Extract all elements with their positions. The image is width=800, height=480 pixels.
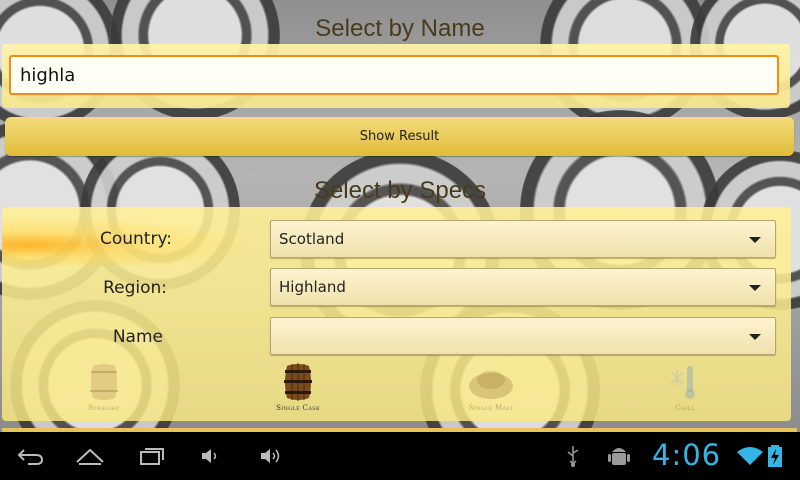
region-select[interactable]: Highland xyxy=(270,268,776,306)
barrel-icon xyxy=(90,364,118,400)
system-navigation-bar: 4:06 xyxy=(0,432,800,480)
select-by-specs-title: Select by Specs xyxy=(313,177,487,204)
chevron-down-icon xyxy=(749,334,761,340)
name-label: Name xyxy=(112,327,163,347)
country-label: Country: xyxy=(99,229,172,249)
barrel-icon xyxy=(284,363,312,401)
grain-icon xyxy=(469,371,513,399)
volume-up-icon[interactable] xyxy=(257,444,287,468)
category-single-malt[interactable]: Single Malt xyxy=(451,362,531,412)
home-icon[interactable] xyxy=(75,444,105,468)
show-result-button[interactable]: Show Result xyxy=(5,117,794,156)
select-by-name-title: Select by Name xyxy=(315,15,485,42)
volume-down-icon[interactable] xyxy=(198,444,228,468)
status-clock: 4:06 xyxy=(652,438,722,472)
chevron-down-icon xyxy=(749,237,761,243)
category-label: Single Cask xyxy=(276,404,320,412)
category-label: Chill xyxy=(675,404,695,412)
name-select[interactable] xyxy=(270,317,776,355)
category-straight[interactable]: Straight xyxy=(64,362,144,412)
usb-icon xyxy=(567,446,579,467)
android-debug-icon xyxy=(608,448,630,465)
chevron-down-icon xyxy=(749,285,761,291)
region-label: Region: xyxy=(103,278,167,298)
name-search-input[interactable] xyxy=(9,55,779,95)
category-chill[interactable]: Chill xyxy=(645,362,725,412)
battery-charging-icon xyxy=(768,445,782,467)
thermometer-icon xyxy=(670,366,695,399)
category-single-cask[interactable]: Single Cask xyxy=(258,362,338,412)
region-select-value: Highland xyxy=(279,278,346,296)
category-label: Straight xyxy=(88,404,120,412)
wifi-icon xyxy=(737,447,763,465)
category-label: Single Malt xyxy=(468,404,514,412)
back-icon[interactable] xyxy=(16,444,46,468)
country-select[interactable]: Scotland xyxy=(270,220,776,258)
recent-apps-icon[interactable] xyxy=(137,444,167,468)
country-select-value: Scotland xyxy=(279,230,345,248)
